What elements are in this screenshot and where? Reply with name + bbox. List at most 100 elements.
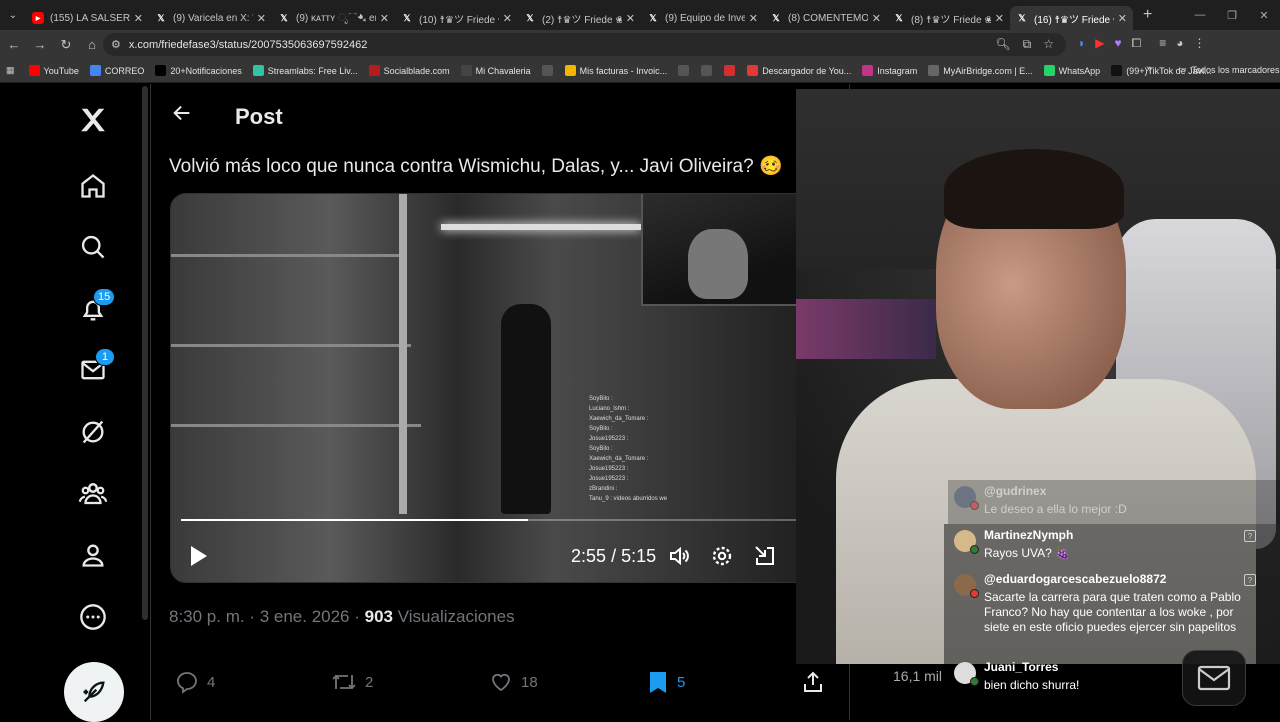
like-button[interactable]: 18 xyxy=(489,670,538,694)
extensions-puzzle-icon[interactable]: ⧠ xyxy=(1132,36,1142,51)
bookmark-item[interactable]: WhatsApp xyxy=(1043,65,1100,76)
extension-translate-icon[interactable]: ◗ xyxy=(1078,36,1085,51)
close-window-button[interactable]: ✕ xyxy=(1248,0,1280,30)
back-button[interactable]: ← xyxy=(2,33,26,57)
reply-button[interactable]: 4 xyxy=(175,670,215,694)
message-menu-icon[interactable]: ? xyxy=(1244,530,1256,542)
back-arrow-icon[interactable] xyxy=(171,102,195,126)
minimize-button[interactable]: — xyxy=(1184,0,1216,30)
more-icon[interactable] xyxy=(77,601,109,633)
site-info-icon[interactable]: ⚙ xyxy=(111,38,121,51)
bookmark-item[interactable]: 20+Notificaciones xyxy=(155,65,242,76)
all-bookmarks-folder[interactable]: ▭ Todos los marcadores xyxy=(1178,64,1280,75)
tab-close-icon[interactable]: ✕ xyxy=(749,12,758,25)
bookmark-item[interactable]: YouTube xyxy=(28,65,79,76)
bookmark-star-icon[interactable]: ☆ xyxy=(1043,37,1054,52)
post-timestamp[interactable]: 8:30 p. m. · 3 ene. 2026 · xyxy=(169,607,365,626)
play-icon[interactable] xyxy=(187,544,211,568)
video-current-time: 2:55 xyxy=(571,546,607,566)
profile-icon[interactable] xyxy=(77,539,109,571)
cast-icon[interactable]: ⧉ xyxy=(1023,37,1032,52)
compose-post-button[interactable] xyxy=(64,662,124,722)
chat-avatar xyxy=(954,662,979,686)
explore-icon[interactable] xyxy=(77,231,109,263)
bookmark-item[interactable] xyxy=(724,65,739,76)
repost-icon xyxy=(332,674,356,690)
tab-title: (9) Equipo de Investi xyxy=(665,12,745,24)
bookmark-item[interactable]: CORREO xyxy=(89,65,144,76)
tab-close-icon[interactable]: ✕ xyxy=(872,12,881,25)
bookmark-count: 5 xyxy=(677,673,686,691)
browser-tab[interactable]: 𝕏 (8) ☨♛ツ Friede ❀ ✕ xyxy=(887,6,1010,30)
video-player[interactable]: SoyBilo : Luciano_lshm : Xaewich_da_Tomare… xyxy=(170,193,810,583)
volume-icon[interactable] xyxy=(668,544,692,568)
home-icon[interactable] xyxy=(77,170,109,202)
extension-heart-icon[interactable]: ♥ xyxy=(1114,36,1121,51)
minimize-video-icon[interactable] xyxy=(753,544,777,568)
tab-close-icon[interactable]: ✕ xyxy=(257,12,266,25)
notifications-icon[interactable]: 15 xyxy=(77,288,116,326)
bookmark-item[interactable]: Descargador de You... xyxy=(747,65,851,76)
bookmark-list: YouTube CORREO 20+Notificaciones Streamlabs… xyxy=(28,65,1223,76)
chat-text: Le deseo a ella lo mejor :D xyxy=(984,502,1127,516)
bookmark-item[interactable]: Socialblade.com xyxy=(368,65,450,76)
settings-gear-icon[interactable] xyxy=(710,544,734,568)
browser-tab[interactable]: 𝕏 (10) ☨♛ツ Friede ❀ ✕ xyxy=(395,6,518,30)
zoom-icon[interactable]: 🔍︎ xyxy=(995,37,1010,52)
all-bookmarks-label: Todos los marcadores xyxy=(1191,64,1280,75)
x-sidebar: 15 1 xyxy=(0,84,150,722)
bookmark-item[interactable]: Mi Chavaleria xyxy=(460,65,531,76)
bookmark-favicon-icon xyxy=(368,65,380,76)
browser-tab[interactable]: ▶ (155) LA SALSERÍA TI ✕ xyxy=(26,6,149,30)
tab-close-icon[interactable]: ✕ xyxy=(995,12,1004,25)
browser-tab[interactable]: 𝕏 (9) Varicela en X: " ✕ xyxy=(149,6,272,30)
tab-close-icon[interactable]: ✕ xyxy=(380,12,389,25)
extension-youtube-icon[interactable]: ▶ xyxy=(1095,36,1104,51)
browser-tab[interactable]: 𝕏 (8) COMENTÉMOSLO ✕ xyxy=(764,6,887,30)
message-menu-icon[interactable]: ? xyxy=(1244,574,1256,586)
messages-icon[interactable]: 1 xyxy=(77,348,115,386)
reload-button[interactable]: ↻ xyxy=(54,33,78,57)
reading-list-icon[interactable]: ≡ xyxy=(1159,36,1166,51)
new-tab-button[interactable]: + xyxy=(1143,6,1152,24)
x-logo-icon[interactable] xyxy=(77,104,109,136)
browser-tab[interactable]: 𝕏 (9) Equipo de Investi ✕ xyxy=(641,6,764,30)
bookmark-item[interactable]: Mis facturas - Invoic... xyxy=(564,65,667,76)
share-button[interactable] xyxy=(801,670,833,694)
grok-icon[interactable] xyxy=(77,416,109,448)
bookmark-button[interactable]: 5 xyxy=(647,670,685,694)
video-time-separator: / xyxy=(611,546,617,566)
post-actions: 4 2 18 5 xyxy=(151,664,851,694)
communities-icon[interactable] xyxy=(77,477,109,509)
bookmark-item[interactable] xyxy=(701,65,716,76)
browser-tab[interactable]: 𝕏 (9) ᴋᴀᴛᴛʏ ೃ⁀➷ en X: "A ✕ xyxy=(272,6,395,30)
browser-tab[interactable]: 𝕏 (2) ☨♛ツ Friede ❀ ✕ xyxy=(518,6,641,30)
embedded-chat-line: SoyBilo : xyxy=(589,396,613,402)
bookmark-item[interactable]: Instagram xyxy=(862,65,917,76)
browser-tab[interactable]: 𝕏 (16) ☨♛ツ Friede ❀ ✕ xyxy=(1010,6,1133,30)
messages-drawer-button[interactable] xyxy=(1182,650,1246,706)
bookmark-item[interactable] xyxy=(678,65,693,76)
more-bookmarks-icon[interactable]: » xyxy=(1146,63,1152,75)
bookmark-favicon-icon xyxy=(541,65,553,76)
maximize-button[interactable]: ❐ xyxy=(1216,0,1248,30)
tab-close-icon[interactable]: ✕ xyxy=(503,12,512,25)
tab-close-icon[interactable]: ✕ xyxy=(134,12,143,25)
tab-close-icon[interactable]: ✕ xyxy=(626,12,635,25)
left-scrollbar[interactable] xyxy=(142,86,148,620)
repost-button[interactable]: 2 xyxy=(331,670,373,694)
tab-close-icon[interactable]: ✕ xyxy=(1118,12,1127,25)
notifications-badge: 15 xyxy=(93,288,116,306)
profile-avatar-icon[interactable]: ◕ xyxy=(1176,36,1183,51)
browser-menu-icon[interactable]: ⋮ xyxy=(1193,36,1205,51)
platform-badge-icon xyxy=(970,677,979,686)
tab-search-button[interactable]: ⌄ xyxy=(0,0,26,30)
home-button[interactable]: ⌂ xyxy=(80,33,104,57)
omnibox[interactable]: ⚙ x.com/friedefase3/status/2007535063697… xyxy=(103,33,1066,56)
bookmark-item[interactable] xyxy=(541,65,557,76)
forward-button[interactable]: → xyxy=(28,33,52,57)
bookmark-item[interactable]: MyAirBridge.com | E... xyxy=(928,65,1033,76)
youtube-favicon-icon: ▶ xyxy=(32,12,44,24)
apps-grid-icon[interactable]: ▦ xyxy=(6,65,15,76)
bookmark-item[interactable]: Streamlabs: Free Liv... xyxy=(252,65,358,76)
